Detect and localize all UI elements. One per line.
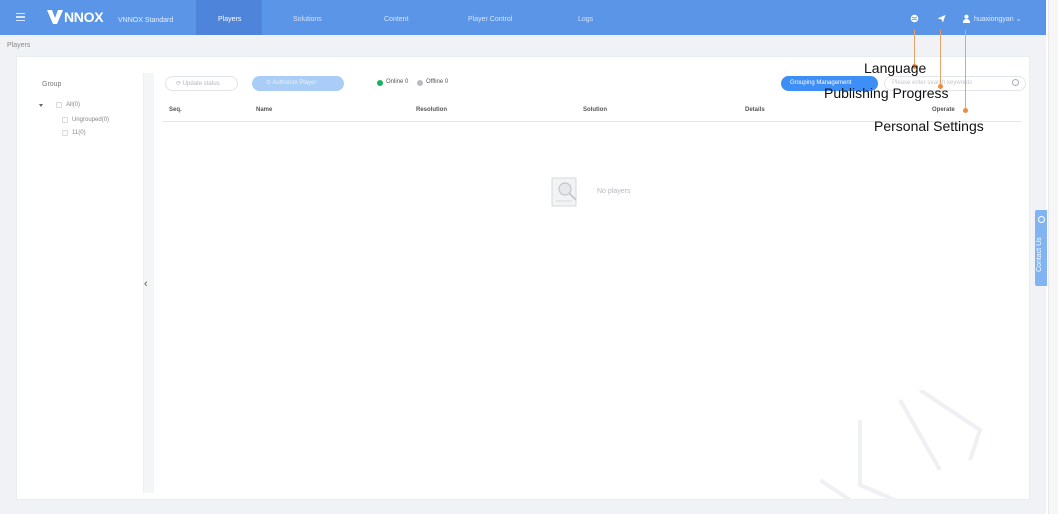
publishing-leader-line [940, 30, 941, 87]
offline-dot-icon [417, 80, 423, 86]
annotation-publishing-progress: Publishing Progress [824, 85, 949, 101]
page-scrollbar[interactable] [1048, 0, 1058, 514]
tab-content[interactable]: Content [384, 16, 409, 23]
annotation-personal-settings: Personal Settings [874, 118, 984, 134]
offline-count: Offline 0 [426, 79, 449, 85]
column-header-solution: Solution [583, 107, 607, 113]
user-icon[interactable] [962, 14, 971, 23]
authorize-player-button[interactable]: ⊙ Authorize Player [252, 76, 344, 91]
column-header-details: Details [745, 107, 765, 113]
group-checkbox-ungrouped[interactable] [62, 117, 68, 123]
headset-icon [1038, 216, 1045, 223]
tree-item-11[interactable]: 11(0) [72, 130, 86, 136]
tree-item-ungrouped[interactable]: Ungrouped(0) [72, 117, 109, 123]
globe-icon[interactable] [910, 14, 919, 23]
top-nav-bar: NNOX VNNOX Standard Players Solutions Co… [0, 0, 1046, 35]
tree-item-all[interactable]: All(0) [66, 102, 80, 108]
personal-leader-dot [963, 108, 968, 113]
edition-label: VNNOX Standard [118, 17, 174, 24]
refresh-icon: ⟳ [176, 81, 183, 87]
authorize-player-label: Authorize Player [272, 80, 317, 86]
column-header-name: Name [256, 107, 273, 113]
caret-down-icon[interactable] [39, 104, 43, 107]
annotation-language: Language [864, 60, 927, 76]
menu-icon[interactable] [16, 13, 25, 21]
group-checkbox-11[interactable] [62, 130, 68, 136]
personal-leader-line [965, 30, 966, 110]
tab-players[interactable]: Players [218, 16, 241, 23]
tab-player-control[interactable]: Player Control [468, 16, 512, 23]
online-dot-icon [377, 80, 383, 86]
contact-us-label: Contact Us [1036, 237, 1043, 272]
column-header-resolution: Resolution [416, 107, 447, 113]
group-title: Group [42, 81, 62, 88]
column-header-seq: Seq. [169, 107, 182, 113]
update-status-label: Update status [182, 81, 220, 87]
online-count: Online 0 [386, 79, 409, 85]
empty-state-icon [551, 177, 577, 207]
brand-name: NNOX [64, 9, 104, 25]
group-checkbox-all[interactable] [56, 102, 62, 108]
column-header-operate: Operate [932, 107, 955, 113]
tab-solutions[interactable]: Solutions [293, 16, 322, 23]
update-status-button[interactable]: ⟳ Update status [165, 76, 238, 91]
search-icon[interactable] [1012, 79, 1019, 86]
empty-state-text: No players [597, 188, 631, 195]
breadcrumb: Players [7, 42, 31, 49]
tab-logs[interactable]: Logs [578, 16, 593, 23]
chevron-left-icon[interactable]: ‹ [144, 278, 148, 290]
vnnox-logo-icon [47, 10, 63, 24]
user-menu[interactable]: huaxiongyan ⌄ [974, 15, 1022, 23]
watermark [820, 390, 983, 500]
paper-plane-icon[interactable] [937, 14, 946, 23]
